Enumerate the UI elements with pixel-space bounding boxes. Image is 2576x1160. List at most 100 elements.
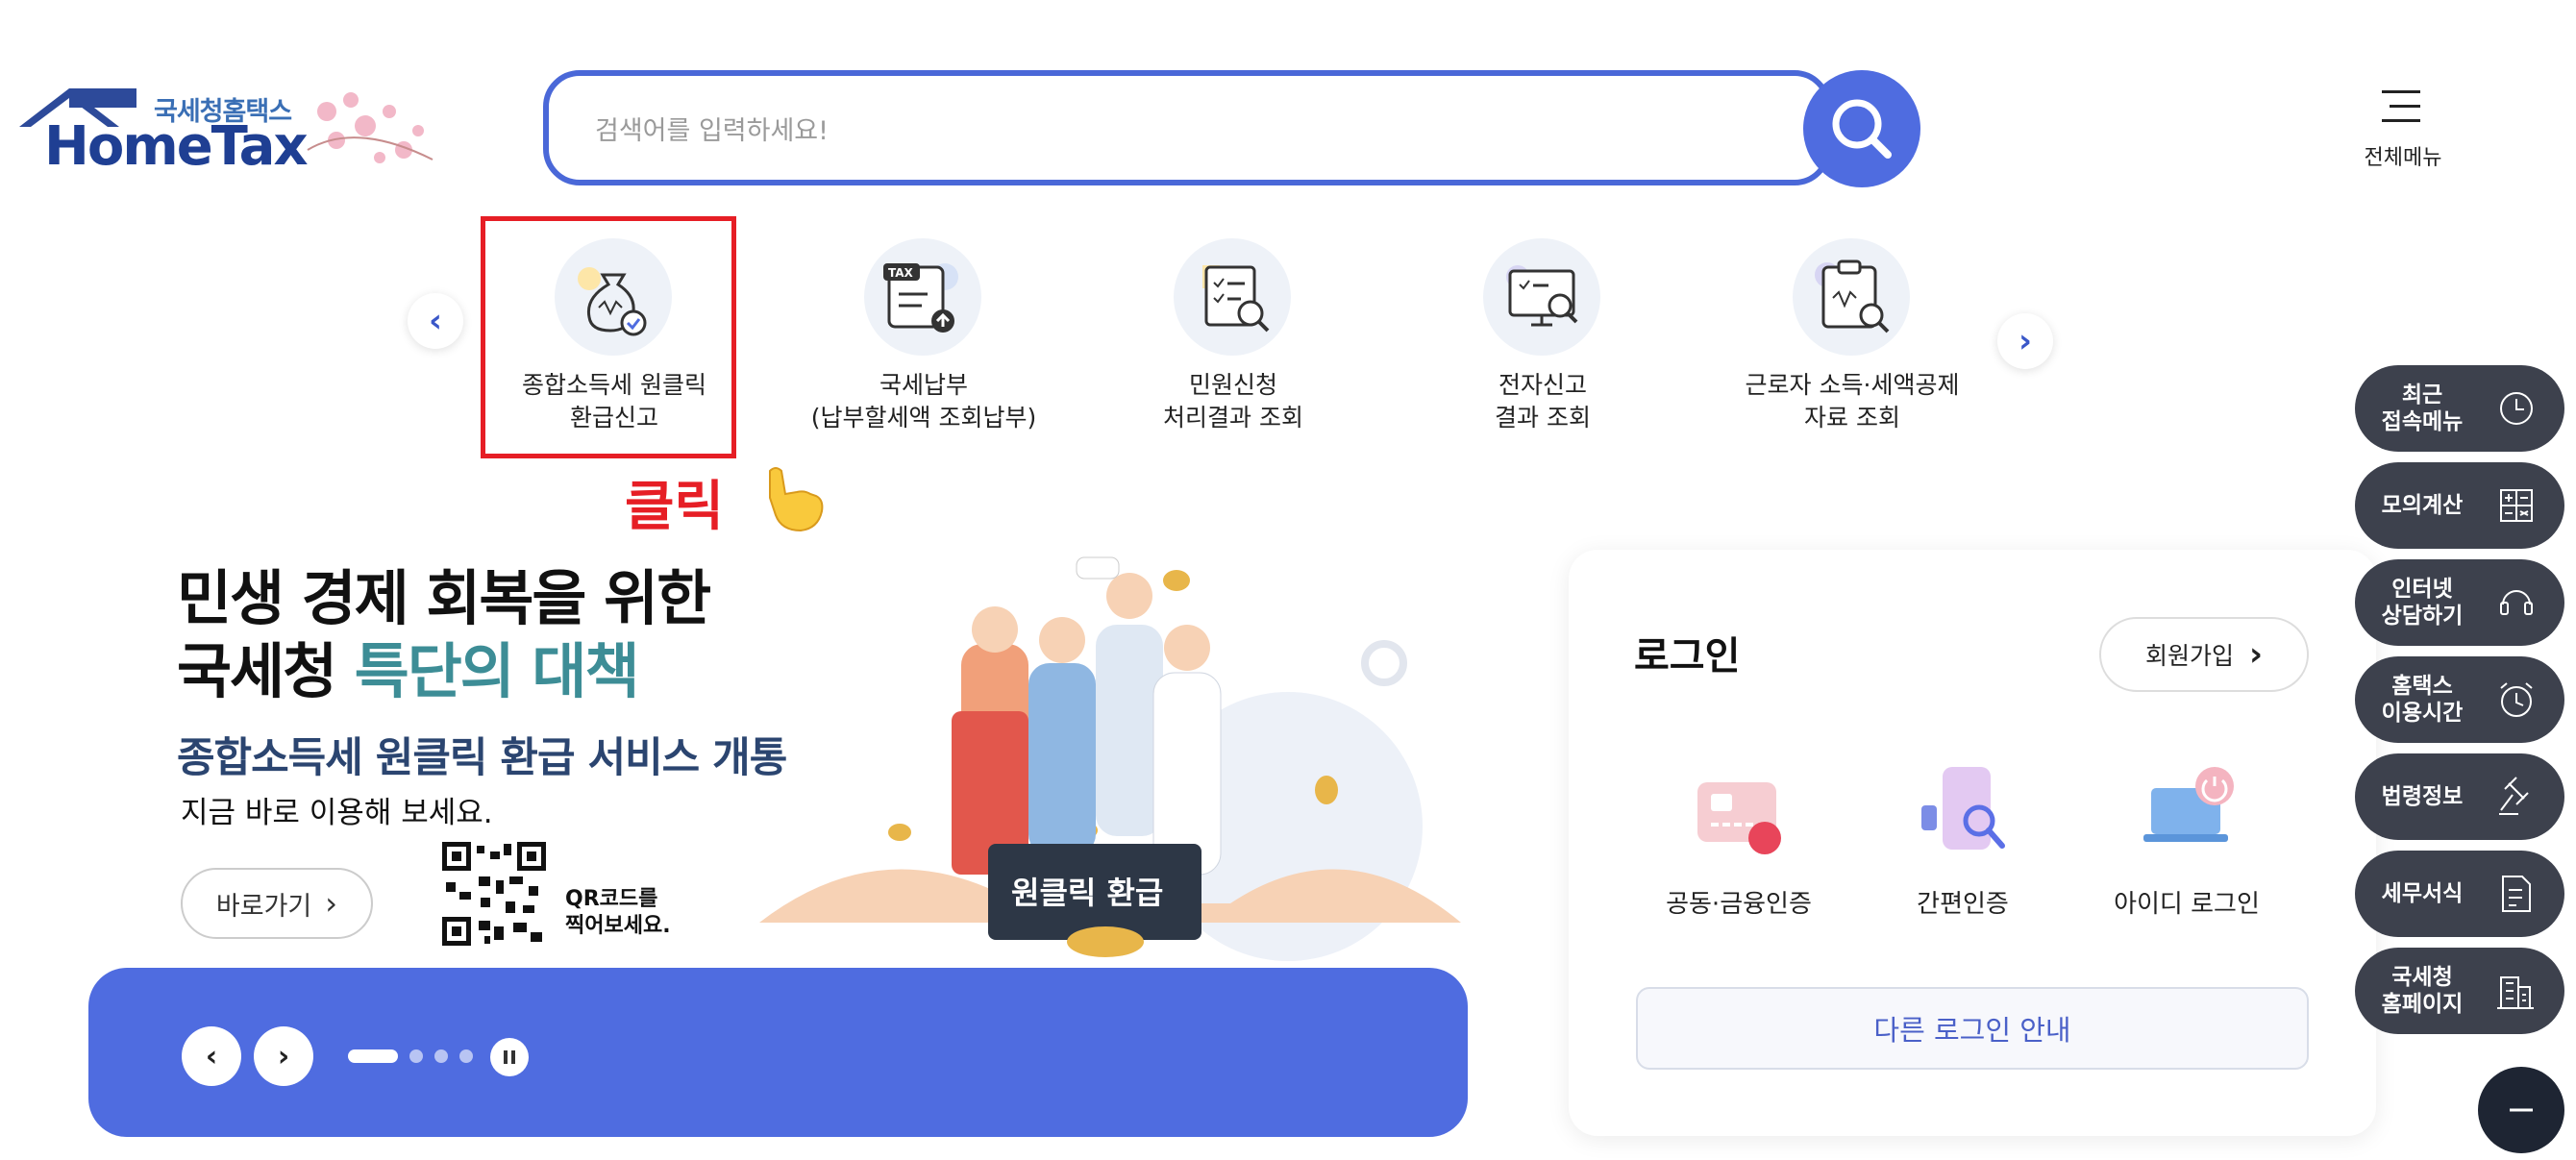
join-button-label: 회원가입	[2144, 642, 2234, 670]
side-label-line1: 모의계산	[2381, 493, 2464, 518]
clipboard-search-icon	[1793, 238, 1910, 356]
form-document-icon	[2502, 876, 2531, 912]
certificate-login-label: 공동·금융인증	[1666, 890, 1812, 919]
simple-auth-button[interactable]: 간편인증	[1852, 759, 2073, 932]
chevron-right-icon: ›	[2249, 635, 2264, 674]
banner-title-line1: 민생 경제 회복을 위한	[177, 563, 711, 633]
cherry-blossom-icon	[307, 92, 433, 163]
quick-item-label-line1: 민원신청	[1188, 371, 1277, 399]
side-label-line1: 세무서식	[2381, 881, 2464, 906]
chevron-right-icon: ›	[2018, 322, 2032, 360]
search-input[interactable]	[593, 105, 1654, 157]
building-icon	[2497, 976, 2534, 1009]
quick-item-label-line1: 전자신고	[1498, 371, 1587, 399]
id-login-button[interactable]: 아이디 로그인	[2076, 759, 2297, 932]
chevron-left-icon: ‹	[205, 1039, 218, 1074]
pause-icon	[504, 1050, 515, 1064]
id-login-label: 아이디 로그인	[2114, 890, 2260, 919]
qr-caption-line2: 찍어보세요.	[565, 914, 671, 938]
side-label-line2: 상담하기	[2381, 604, 2464, 629]
side-menu-collapse-button[interactable]	[2478, 1067, 2564, 1153]
certificate-card-icon	[1697, 782, 1781, 854]
calculator-icon	[2500, 489, 2533, 522]
chevron-right-icon: ›	[325, 885, 338, 922]
quick-menu-prev-button[interactable]: ‹	[408, 293, 463, 349]
quick-item-label-line2: 자료 조회	[1804, 404, 1900, 432]
side-label-line2: 홈페이지	[2381, 992, 2464, 1017]
banner-indicator[interactable]	[459, 1049, 473, 1063]
quick-item-e-filing-result[interactable]: 전자신고 결과 조회	[1399, 238, 1687, 469]
side-tax-forms-button[interactable]: 세무서식	[2355, 851, 2564, 937]
gavel-icon	[2499, 777, 2529, 815]
qr-caption: QR코드를 찍어보세요.	[565, 886, 671, 940]
quick-menu-next-button[interactable]: ›	[1997, 313, 2053, 369]
pointing-hand-icon	[768, 467, 823, 532]
banner-pause-button[interactable]	[490, 1038, 529, 1076]
banner-sign-text: 원클릭 환급	[1011, 875, 1163, 911]
banner-indicator[interactable]	[434, 1049, 448, 1063]
side-label-line2: 이용시간	[2381, 701, 2464, 726]
click-annotation-text: 클릭	[625, 476, 725, 538]
side-recent-menu-button[interactable]: 최근 접속메뉴	[2355, 365, 2564, 452]
laptop-power-icon	[2143, 767, 2234, 842]
side-hometax-hours-button[interactable]: 홈택스 이용시간	[2355, 656, 2564, 743]
search-icon	[1832, 99, 1892, 159]
phone-search-icon	[1921, 767, 2005, 850]
certificate-login-button[interactable]: 공동·금융인증	[1628, 759, 1849, 932]
side-law-info-button[interactable]: 법령정보	[2355, 753, 2564, 840]
banner-prev-button[interactable]: ‹	[182, 1026, 241, 1086]
chevron-left-icon: ‹	[428, 302, 442, 340]
banner-title: 민생 경제 회복을 위한 국세청 특단의 대책	[177, 562, 711, 708]
side-label-line1: 홈택스	[2391, 674, 2453, 699]
click-annotation: 클릭	[625, 461, 830, 541]
banner-go-button[interactable]: 바로가기 ›	[181, 868, 373, 939]
quick-item-label-line2: (납부할세액 조회납부)	[810, 404, 1037, 432]
minus-icon	[2510, 1108, 2533, 1112]
side-mock-calculation-button[interactable]: 모의계산	[2355, 462, 2564, 549]
side-label-line1: 법령정보	[2381, 784, 2464, 809]
monitor-search-icon	[1483, 238, 1600, 356]
quick-item-tax-payment[interactable]: TAX 국세납부 (납부할세액 조회납부)	[780, 238, 1068, 469]
search-button[interactable]	[1803, 70, 1920, 187]
side-label-line2: 접속메뉴	[2381, 409, 2464, 434]
banner-next-button[interactable]: ›	[254, 1026, 313, 1086]
side-online-consult-button[interactable]: 인터넷 상담하기	[2355, 559, 2564, 646]
side-nts-homepage-button[interactable]: 국세청 홈페이지	[2355, 948, 2564, 1034]
tax-upload-icon: TAX	[864, 238, 981, 356]
click-highlight-box	[481, 216, 736, 458]
login-title: 로그인	[1634, 634, 1741, 679]
simple-auth-label: 간편인증	[1917, 890, 2009, 919]
banner-indicator-active[interactable]	[348, 1049, 398, 1063]
join-button[interactable]: 회원가입 ›	[2099, 617, 2309, 692]
quick-item-label-line2: 결과 조회	[1495, 404, 1591, 432]
quick-item-civil-petition[interactable]: 민원신청 처리결과 조회	[1089, 238, 1377, 469]
clock-icon	[2500, 392, 2533, 425]
hamburger-icon	[2382, 90, 2420, 122]
document-search-icon	[1174, 238, 1291, 356]
full-menu-button[interactable]: 전체메뉴	[2345, 86, 2461, 183]
qr-code-icon	[438, 838, 550, 950]
quick-item-worker-deduction[interactable]: 근로자 소득·세액공제 자료 조회	[1708, 238, 1996, 469]
quick-item-label-line1: 근로자 소득·세액공제	[1745, 371, 1960, 399]
banner-illustration: 원클릭 환급	[759, 556, 1461, 961]
banner-go-label: 바로가기	[215, 891, 312, 922]
alarm-clock-icon	[2500, 682, 2533, 717]
side-label-line1: 인터넷	[2391, 577, 2453, 602]
svg-text:TAX: TAX	[888, 266, 914, 280]
logo-title: HomeTax	[44, 115, 309, 178]
headset-icon	[2500, 590, 2533, 615]
banner-title-line2-accent: 특단의 대책	[354, 636, 640, 706]
side-label-line1: 최근	[2401, 383, 2443, 407]
full-menu-label: 전체메뉴	[2364, 146, 2442, 170]
banner-subtitle: 종합소득세 원클릭 환급 서비스 개통	[177, 734, 787, 782]
banner-description: 지금 바로 이용해 보세요.	[181, 796, 493, 830]
side-label-line1: 국세청	[2391, 965, 2453, 990]
chevron-right-icon: ›	[277, 1039, 290, 1074]
banner-title-line2-prefix: 국세청	[177, 636, 355, 706]
search-bar	[543, 70, 1831, 185]
other-login-guide-button[interactable]: 다른 로그인 안내	[1636, 987, 2309, 1070]
qr-caption-line1: QR코드를	[565, 887, 658, 911]
banner-indicator[interactable]	[409, 1049, 423, 1063]
quick-item-label-line1: 국세납부	[879, 371, 968, 399]
quick-item-label-line2: 처리결과 조회	[1163, 404, 1303, 432]
